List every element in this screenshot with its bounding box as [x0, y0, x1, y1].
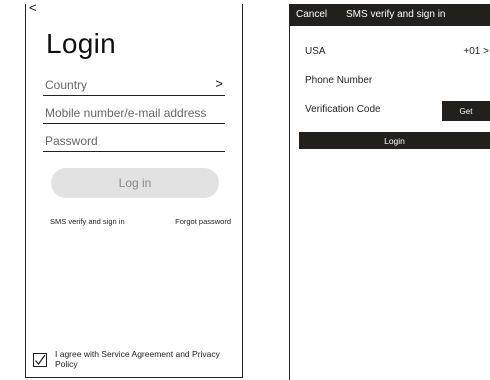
- log-in-button[interactable]: Log in: [51, 168, 219, 198]
- cancel-button[interactable]: Cancel: [296, 9, 327, 20]
- forgot-password-link[interactable]: Forgot password: [175, 217, 231, 226]
- get-code-button[interactable]: Get: [442, 101, 490, 121]
- sms-verify-link[interactable]: SMS verify and sign in: [50, 217, 125, 226]
- password-placeholder: Password: [45, 134, 98, 148]
- country-code-value: +01: [463, 46, 481, 57]
- back-chevron-icon[interactable]: <: [29, 0, 37, 16]
- country-field[interactable]: Country >: [43, 76, 225, 96]
- chevron-right-icon[interactable]: >: [215, 76, 223, 91]
- phone-number-input[interactable]: Phone Number: [305, 75, 372, 86]
- country-selector[interactable]: USA: [305, 46, 326, 57]
- verification-code-input[interactable]: Verification Code: [305, 104, 381, 115]
- sms-header: Cancel SMS verify and sign in: [290, 4, 490, 26]
- page-title: Login: [46, 28, 117, 59]
- checkmark-icon: [35, 354, 46, 365]
- country-placeholder: Country: [45, 78, 88, 92]
- chevron-right-icon: >: [483, 46, 489, 57]
- mobile-email-placeholder: Mobile number/e-mail address: [45, 106, 207, 120]
- agree-checkbox[interactable]: [33, 353, 47, 367]
- country-code[interactable]: +01 >: [463, 46, 489, 57]
- password-field[interactable]: Password: [43, 132, 225, 152]
- sms-title: SMS verify and sign in: [346, 9, 446, 20]
- agreement-text: I agree with Service Agreement and Priva…: [55, 349, 220, 369]
- sms-login-button[interactable]: Login: [299, 132, 490, 149]
- sms-verify-screen: Cancel SMS verify and sign in USA +01 > …: [289, 4, 490, 380]
- login-screen: < Login Country > Mobile number/e-mail a…: [25, 0, 243, 378]
- mobile-email-field[interactable]: Mobile number/e-mail address: [43, 104, 225, 124]
